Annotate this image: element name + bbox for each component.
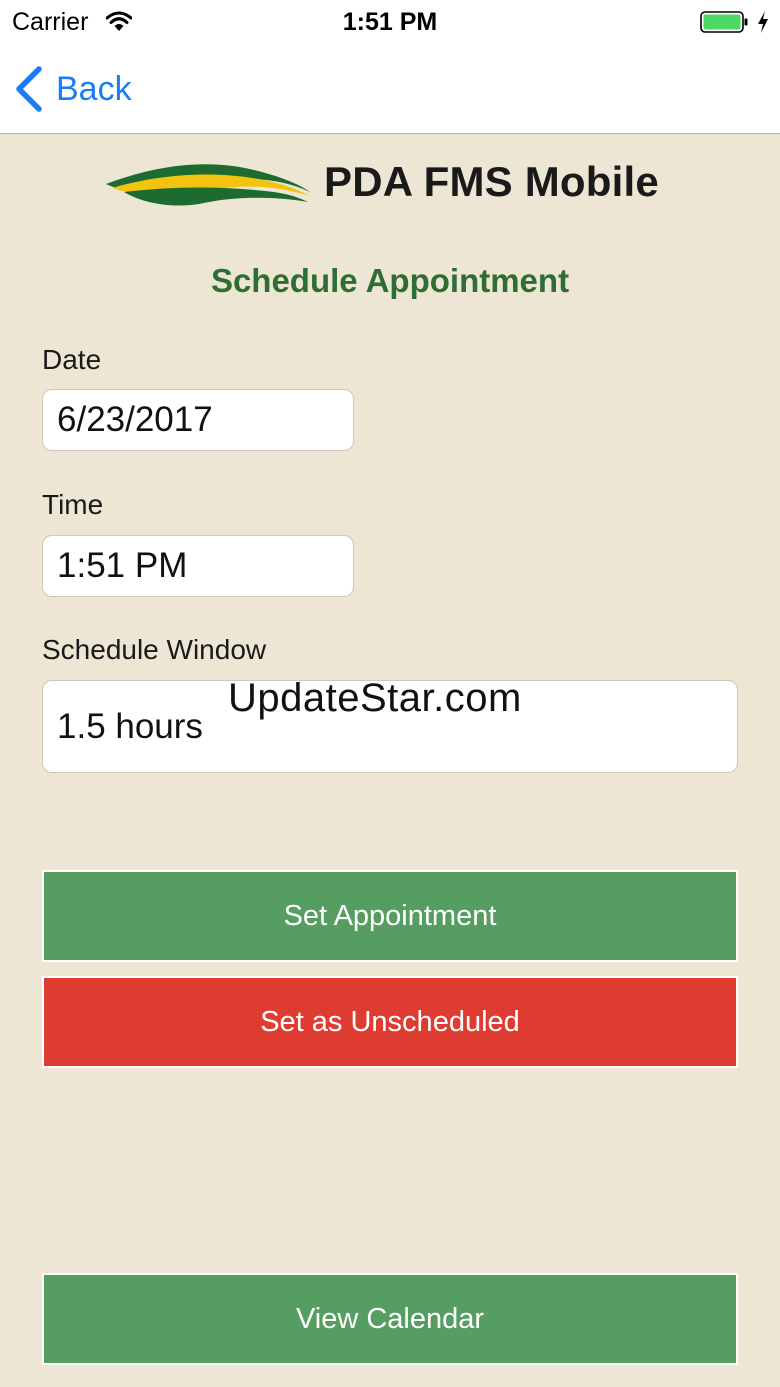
date-value: 6/23/2017 xyxy=(57,400,213,439)
charging-bolt-icon xyxy=(758,11,768,33)
time-field[interactable]: 1:51 PM xyxy=(42,535,354,597)
page-title: Schedule Appointment xyxy=(210,262,570,299)
status-time: 1:51 PM xyxy=(342,8,438,36)
navigation-bar: Back xyxy=(0,44,780,134)
time-label: Time xyxy=(42,489,104,520)
battery-icon xyxy=(700,11,748,33)
set-appointment-button[interactable]: Set Appointment xyxy=(42,870,738,962)
schedule-window-field[interactable]: 1.5 hours xyxy=(42,680,738,773)
time-value: 1:51 PM xyxy=(57,546,188,585)
schedule-window-value: 1.5 hours xyxy=(57,706,203,746)
schedule-window-label: Schedule Window xyxy=(42,634,267,665)
date-label: Date xyxy=(42,344,102,375)
back-label: Back xyxy=(56,69,132,108)
view-calendar-button[interactable]: View Calendar xyxy=(42,1273,738,1365)
set-unscheduled-button[interactable]: Set as Unscheduled xyxy=(42,976,738,1068)
app-title: PDA FMS Mobile xyxy=(324,158,659,205)
back-button[interactable]: Back xyxy=(14,64,132,114)
chevron-left-icon xyxy=(16,66,42,112)
app-header: PDA FMS Mobile xyxy=(0,140,780,230)
status-bar: Carrier 1:51 PM xyxy=(0,0,780,44)
date-field[interactable]: 6/23/2017 xyxy=(42,389,354,451)
logo-swoosh-icon xyxy=(106,164,310,206)
